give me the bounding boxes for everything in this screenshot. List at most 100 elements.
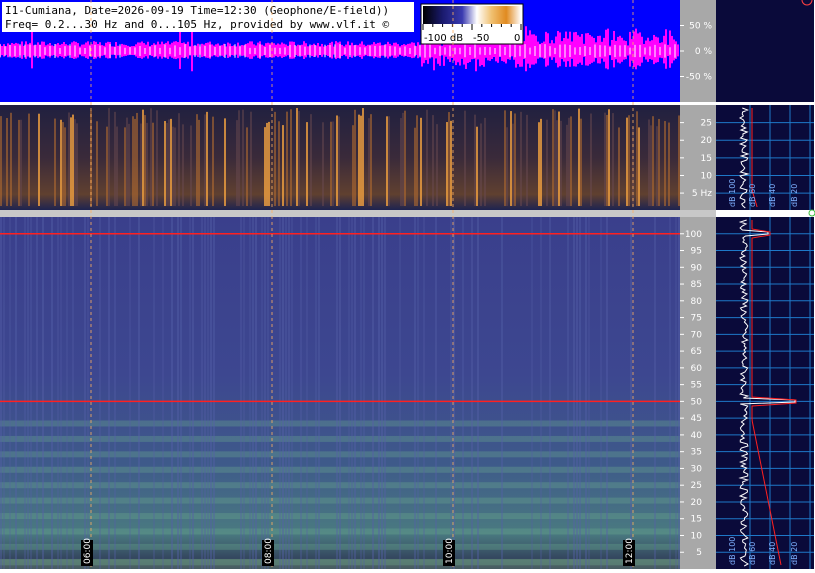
low-spectrogram-streak bbox=[178, 113, 180, 206]
high-spectrogram-streak bbox=[399, 217, 401, 569]
high-spectrogram-streak bbox=[675, 217, 677, 569]
high-spectrogram-streak bbox=[267, 217, 269, 569]
colorbar: -100 dB -50 0 bbox=[420, 3, 524, 45]
low-spectrogram-streak bbox=[62, 122, 64, 206]
low-spectrogram-streak bbox=[554, 110, 556, 206]
high-spectrogram-streak bbox=[153, 217, 155, 569]
low-spectrogram-streak bbox=[358, 114, 360, 206]
low-spectrogram-streak bbox=[628, 115, 630, 206]
high-spectrogram-streak bbox=[87, 217, 89, 569]
low-spectrogram-streak bbox=[638, 127, 640, 206]
high-spectrogram-streak bbox=[72, 217, 74, 569]
low-spectrogram-streak bbox=[552, 109, 554, 206]
high-spectrogram-streak bbox=[114, 217, 116, 569]
profile-db-label: dB 100 bbox=[728, 537, 737, 565]
low-spectrogram-streak bbox=[404, 110, 406, 206]
high-tick-label: 95 bbox=[691, 247, 702, 257]
low-spectrogram-streak bbox=[296, 108, 298, 206]
low-spectrogram-streak bbox=[510, 111, 512, 206]
profile-db-label: dB 60 bbox=[748, 542, 757, 565]
vlf-spectrogram-chart: 50 % 0 % -50 % I1-Cumiana, Date=2026-09-19… bbox=[0, 0, 815, 569]
high-spectrogram-streak bbox=[585, 217, 587, 569]
high-tick-label: 15 bbox=[691, 515, 702, 525]
high-tick-label: 25 bbox=[691, 481, 702, 491]
high-tick-label: 5 bbox=[696, 548, 702, 558]
low-spectrogram-streak bbox=[6, 118, 8, 206]
low-spectrogram-streak bbox=[484, 117, 486, 206]
high-spectrogram-streak bbox=[207, 217, 209, 569]
low-spectrogram-streak bbox=[106, 126, 108, 206]
low-spectrogram-streak bbox=[264, 127, 266, 206]
low-spectrogram-streak bbox=[514, 113, 516, 206]
profile-db-label: dB 40 bbox=[768, 542, 777, 565]
high-spectrogram-streak bbox=[630, 217, 632, 569]
low-spectrogram-streak bbox=[204, 114, 206, 206]
high-spectrogram-streak bbox=[360, 217, 362, 569]
high-spectrogram-streak bbox=[381, 217, 383, 569]
high-spectrogram-streak bbox=[204, 217, 206, 569]
low-spectrogram-streak bbox=[618, 127, 620, 206]
high-spectrogram-streak bbox=[60, 217, 62, 569]
low-spectrogram-streak bbox=[196, 114, 198, 206]
low-spectrogram-streak bbox=[170, 118, 172, 206]
low-spectrogram-streak bbox=[420, 117, 422, 206]
low-spectrogram-streak bbox=[448, 112, 450, 206]
low-spectrogram-streak bbox=[124, 127, 126, 206]
low-tick-label: 5 Hz bbox=[692, 189, 712, 199]
low-spectrogram-streak bbox=[506, 127, 508, 206]
high-tick-label: 85 bbox=[691, 280, 702, 290]
low-spectrogram-streak bbox=[114, 111, 116, 206]
high-spectrogram-streak bbox=[576, 217, 578, 569]
low-spectrogram-streak bbox=[388, 116, 390, 206]
low-spectrogram-streak bbox=[512, 123, 514, 206]
low-spectrogram-streak bbox=[604, 112, 606, 206]
high-spectrogram-streak bbox=[300, 217, 302, 569]
low-spectrogram-streak bbox=[558, 111, 560, 206]
low-spectrogram-streak bbox=[580, 118, 582, 206]
high-spectrogram-streak bbox=[9, 217, 11, 569]
high-tick-label: 75 bbox=[691, 314, 702, 324]
low-spectrogram-streak bbox=[570, 116, 572, 206]
time-label: 10:00 bbox=[445, 538, 455, 564]
high-spectrogram-streak bbox=[36, 217, 38, 569]
high-spectrogram-streak bbox=[531, 217, 533, 569]
low-spectrogram-streak bbox=[298, 110, 300, 206]
low-spectrogram-streak bbox=[612, 113, 614, 206]
colorbar-label-mid: -50 bbox=[473, 33, 489, 44]
high-spectrogram-streak bbox=[654, 217, 656, 569]
high-spectrogram-streak bbox=[372, 217, 374, 569]
profile-high-background bbox=[716, 217, 814, 569]
vlf-display: 50 % 0 % -50 % I1-Cumiana, Date=2026-09-19… bbox=[0, 0, 815, 569]
high-spectrogram-streak bbox=[57, 217, 59, 569]
low-spectrogram-streak bbox=[590, 113, 592, 206]
high-tick-label: 65 bbox=[691, 347, 702, 357]
low-spectrogram-streak bbox=[450, 120, 452, 206]
high-tick-label: 90 bbox=[691, 263, 703, 273]
high-spectrogram-streak bbox=[339, 217, 341, 569]
low-spectrogram-streak bbox=[354, 109, 356, 206]
low-spectrogram-streak bbox=[150, 108, 152, 206]
low-spectrogram-streak bbox=[650, 125, 652, 206]
high-tick-label: 70 bbox=[691, 330, 703, 340]
low-spectrogram-streak bbox=[140, 123, 142, 206]
low-spectrogram-streak bbox=[678, 115, 680, 206]
low-spectrogram-streak bbox=[608, 109, 610, 206]
profile-db-label: dB 20 bbox=[790, 184, 799, 207]
high-spectrogram-streak bbox=[573, 217, 575, 569]
profile-db-label: dB 100 bbox=[728, 179, 737, 207]
low-spectrogram-streak bbox=[504, 110, 506, 206]
low-spectrogram-streak bbox=[556, 120, 558, 206]
high-spectrogram-streak bbox=[471, 217, 473, 569]
low-spectrogram-streak bbox=[156, 110, 158, 206]
low-spectrogram-streak bbox=[652, 116, 654, 206]
high-tick-label: 100 bbox=[685, 230, 702, 240]
low-spectrogram-streak bbox=[362, 108, 364, 206]
high-spectrogram-streak bbox=[549, 217, 551, 569]
high-spectrogram-streak bbox=[84, 217, 86, 569]
low-spectrogram-streak bbox=[606, 114, 608, 206]
time-label: 12:00 bbox=[625, 538, 635, 564]
low-spectrogram-streak bbox=[132, 116, 134, 206]
header-line-1: I1-Cumiana, Date=2026-09-19 Time=12:30 (… bbox=[5, 4, 389, 17]
low-spectrogram-streak bbox=[560, 120, 562, 206]
low-spectrogram-streak bbox=[128, 123, 130, 206]
